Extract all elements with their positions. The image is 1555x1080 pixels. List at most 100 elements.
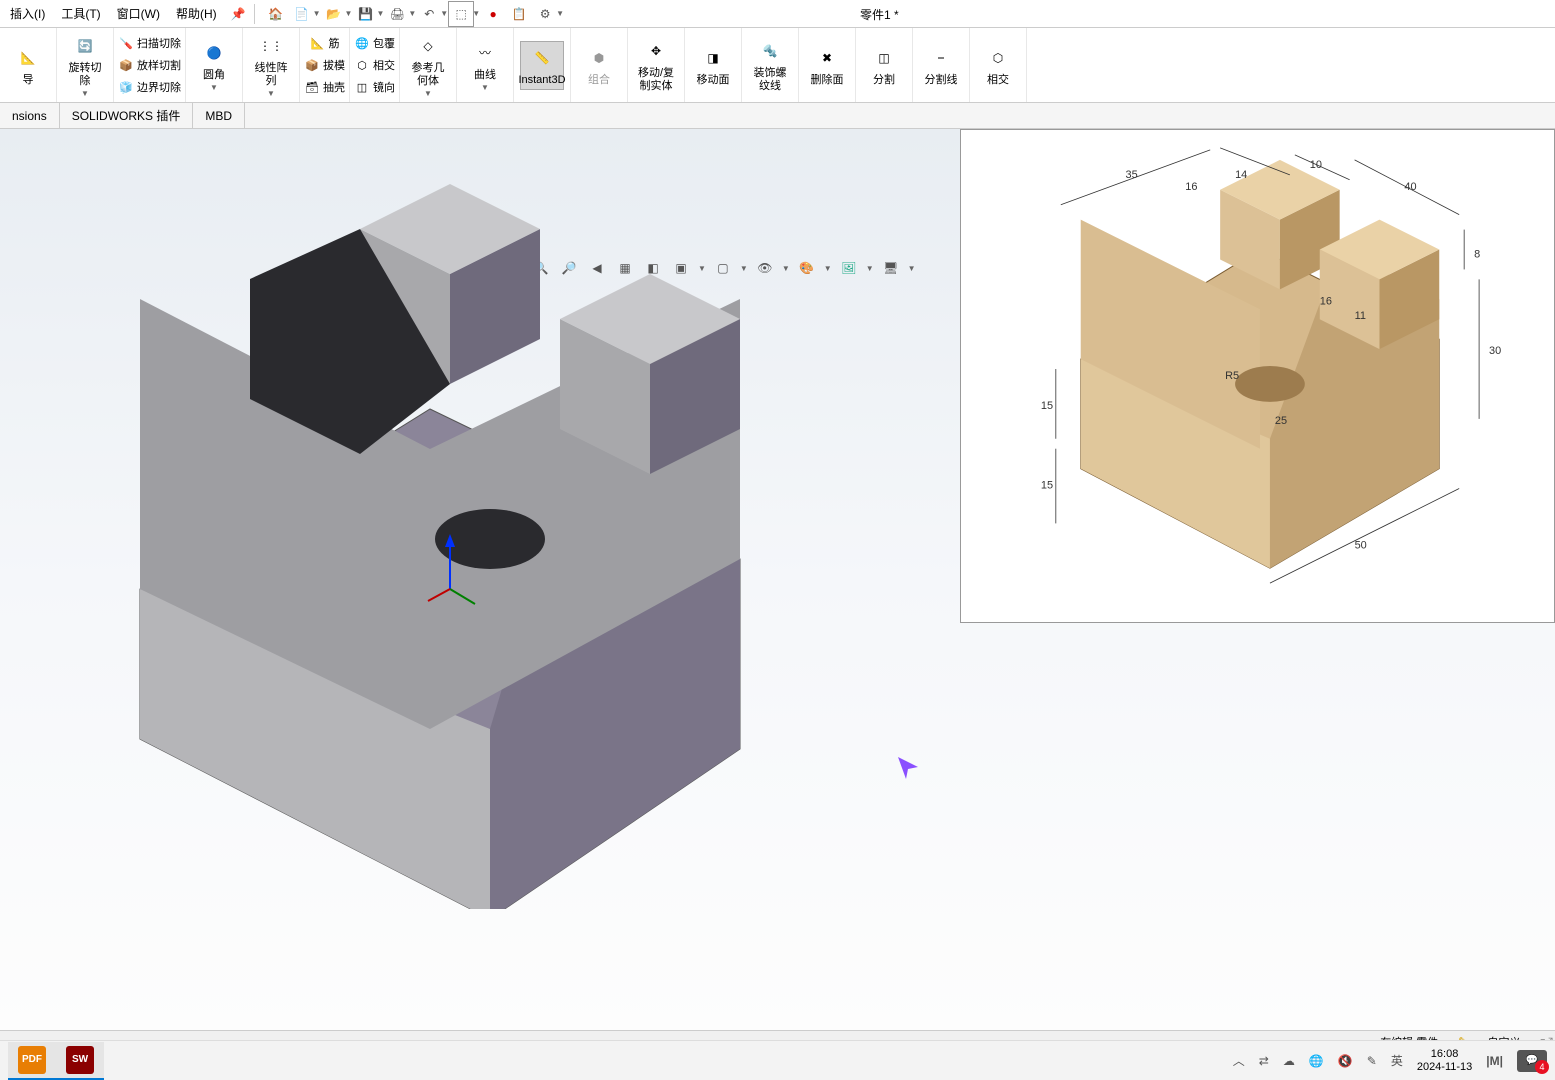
taskbar-solidworks-app[interactable]: SW [56,1042,104,1080]
rebuild-icon[interactable]: ● [480,1,506,27]
scene-icon[interactable]: 🎨 [796,257,818,279]
move-face-button[interactable]: ◨ 移动面 [691,42,735,89]
reference-image-panel: 35 16 14 10 40 16 11 R5 25 8 30 15 15 50 [960,129,1555,623]
action-center[interactable]: 💬4 [1517,1050,1547,1072]
tray-app-indicator[interactable]: |M| [1486,1054,1503,1068]
view-settings-icon[interactable]: 🖥 [880,257,902,279]
fillet-icon: 🔵 [200,39,228,67]
graphics-viewport[interactable]: 🔍 🔎 ◀ ▦ ◧ ▣▼ ▢▼ 👁▼ 🎨▼ 🖼▼ 🖥▼ [0,129,1555,1030]
delete-face-button[interactable]: ✖ 删除面 [805,42,849,89]
curve-icon: 〰 [471,39,499,67]
split-button[interactable]: ◫ 分割 [862,42,906,89]
intersect-button[interactable]: ⬡相交 [354,54,395,76]
open-icon[interactable]: 📂 [321,1,347,27]
move-face-icon: ◨ [699,44,727,72]
dim-15a: 15 [1041,400,1053,412]
dim-16b: 16 [1320,295,1332,307]
dim-10: 10 [1310,159,1322,171]
instant3d-icon: 📏 [528,44,556,72]
rib-button[interactable]: 📐筋 [310,32,340,54]
dim-25: 25 [1275,415,1287,427]
tray-onedrive-icon[interactable]: ☁ [1283,1054,1295,1068]
revolve-cut-button[interactable]: 🔄 旋转切除 ▼ [63,30,107,100]
tray-ime-icon2[interactable]: ✎ [1367,1054,1377,1068]
curve-button[interactable]: 〰 曲线 ▼ [463,37,507,94]
menu-tools[interactable]: 工具(T) [53,1,108,26]
pdf-app-icon: PDF [18,1046,46,1074]
ribbon-toolbar: 📐 导 🔄 旋转切除 ▼ 🪛扫描切除 📦放样切割 🧊边界切除 🔵 圆角 ▼ ⋮⋮… [0,28,1555,103]
dim-35: 35 [1126,169,1138,181]
command-tabs: nsions SOLIDWORKS 插件 MBD [0,103,1555,129]
draft-button[interactable]: 📦拔模 [304,54,345,76]
linear-pattern-button[interactable]: ⋮⋮ 线性阵列 ▼ [249,30,293,100]
guide-button[interactable]: 📐 导 [6,42,50,89]
taskbar-pdf-app[interactable]: PDF [8,1042,56,1080]
revolve-cut-icon: 🔄 [71,32,99,60]
dim-50: 50 [1355,539,1367,551]
wrap-icon: 🌐 [354,35,370,51]
menu-insert[interactable]: 插入(I) [2,1,53,26]
dim-r5: R5 [1225,370,1239,382]
dim-40: 40 [1404,181,1416,193]
tray-sync-icon[interactable]: ⇄ [1259,1054,1269,1068]
loft-cut-button[interactable]: 📦放样切割 [118,54,181,76]
split-line-button[interactable]: ⎯ 分割线 [919,42,963,89]
clock-date: 2024-11-13 [1417,1061,1472,1074]
combine-button[interactable]: ⬢ 组合 [577,42,621,89]
menu-help[interactable]: 帮助(H) [168,1,225,26]
decal-icon: 🔩 [756,37,784,65]
main-3d-model [80,159,780,909]
notif-count-badge: 4 [1535,1060,1549,1074]
home-icon[interactable]: 🏠 [263,1,289,27]
print-icon[interactable]: 🖨 [384,1,410,27]
shell-icon: 🗃 [304,79,320,95]
split-line-icon: ⎯ [927,44,955,72]
options-icon[interactable]: 📋 [506,1,532,27]
delete-face-icon: ✖ [813,44,841,72]
menu-window[interactable]: 窗口(W) [109,1,168,26]
decal-button[interactable]: 🔩 装饰螺纹线 [748,35,792,95]
move-copy-button[interactable]: ✥ 移动/复制实体 [634,35,678,95]
pin-icon[interactable]: 📌 [231,7,246,21]
tray-chevron-icon[interactable]: ︿ [1233,1052,1245,1069]
apply-scene-icon[interactable]: 🖼 [838,257,860,279]
document-title: 零件1 * [860,6,899,23]
split-icon: ◫ [870,44,898,72]
tray-volume-icon[interactable]: 🔇 [1338,1054,1353,1068]
loft-cut-icon: 📦 [118,57,134,73]
dim-14: 14 [1235,169,1247,181]
linear-pattern-icon: ⋮⋮ [257,32,285,60]
sw-app-icon: SW [66,1046,94,1074]
rib-icon: 📐 [310,35,326,51]
settings-icon[interactable]: ⚙ [532,1,558,27]
intersect2-button[interactable]: ⬡ 相交 [976,42,1020,89]
tray-ime-lang[interactable]: 英 [1391,1052,1403,1069]
boundary-cut-icon: 🧊 [118,79,134,95]
guide-icon: 📐 [14,44,42,72]
ref-geom-button[interactable]: ◇ 参考几何体 ▼ [406,30,450,100]
new-icon[interactable]: 📄 [289,1,315,27]
instant3d-button[interactable]: 📏 Instant3D [520,41,564,90]
tab-mbd[interactable]: MBD [193,103,245,128]
mirror-icon: ◫ [354,79,370,95]
sweep-cut-button[interactable]: 🪛扫描切除 [118,32,181,54]
tab-solidworks-addins[interactable]: SOLIDWORKS 插件 [60,103,194,128]
dim-11: 11 [1355,310,1366,322]
undo-icon[interactable]: ↶ [416,1,442,27]
taskbar-clock[interactable]: 16:08 2024-11-13 [1417,1048,1472,1074]
move-copy-icon: ✥ [642,37,670,65]
save-icon[interactable]: 💾 [352,1,378,27]
dim-15b: 15 [1041,480,1053,492]
fillet-button[interactable]: 🔵 圆角 ▼ [192,37,236,94]
mirror-button[interactable]: ◫镜向 [354,76,395,98]
combine-icon: ⬢ [585,44,613,72]
dim-8: 8 [1474,248,1480,260]
tab-dimensions[interactable]: nsions [0,103,60,128]
boundary-cut-button[interactable]: 🧊边界切除 [118,76,181,98]
draft-icon: 📦 [304,57,320,73]
wrap-button[interactable]: 🌐包覆 [354,32,395,54]
select-icon[interactable]: ⬚ [448,1,474,27]
tray-network-icon[interactable]: 🌐 [1309,1054,1324,1068]
shell-button[interactable]: 🗃抽壳 [304,76,345,98]
dim-30: 30 [1489,345,1501,357]
